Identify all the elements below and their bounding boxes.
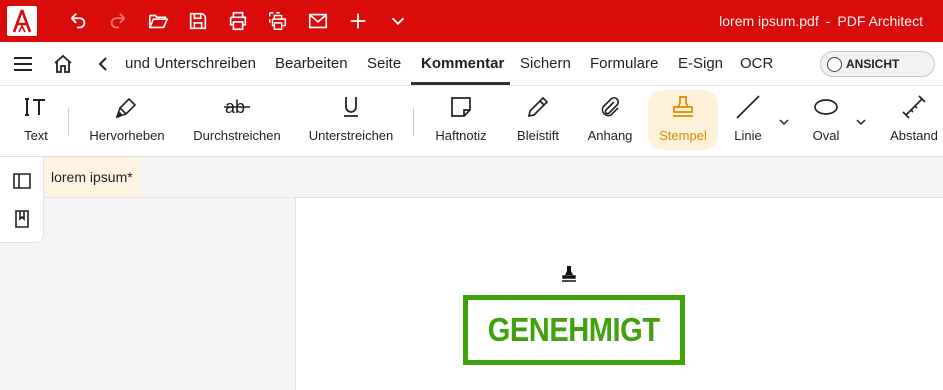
app-name: PDF Architect — [837, 13, 923, 29]
toggle-knob — [827, 56, 842, 72]
strikethrough-tool-label: Durchstreichen — [193, 128, 281, 143]
active-tab-indicator — [411, 82, 510, 85]
file-name: lorem ipsum.pdf — [719, 13, 819, 29]
undo-icon[interactable] — [66, 9, 90, 33]
oval-tool-button[interactable]: Oval — [806, 90, 846, 150]
app-logo-icon — [7, 6, 37, 36]
stamp-icon — [670, 90, 696, 124]
stamp-tool-button[interactable]: Stempel — [648, 90, 718, 150]
highlighter-icon — [115, 90, 139, 124]
unsaved-marker: * — [127, 169, 133, 185]
line-tool-button[interactable]: Linie — [727, 90, 769, 150]
ribbon-divider — [413, 108, 414, 136]
oval-dropdown-chevron-icon[interactable] — [855, 116, 867, 128]
line-tool-label: Linie — [734, 128, 762, 143]
stamp-tool-label: Stempel — [659, 128, 707, 143]
tab-sign[interactable]: und Unterschreiben — [125, 55, 256, 72]
text-tool-button[interactable]: Text — [14, 90, 58, 150]
highlight-tool-label: Hervorheben — [89, 128, 165, 143]
sidebar-toolstrip — [0, 157, 44, 243]
attachment-tool-label: Anhang — [587, 128, 633, 143]
title-bar: lorem ipsum.pdf - PDF Architect — [0, 0, 943, 42]
oval-tool-label: Oval — [812, 128, 840, 143]
sticky-note-tool-button[interactable]: Haftnotiz — [430, 90, 492, 150]
attachment-tool-button[interactable]: Anhang — [584, 90, 636, 150]
home-icon[interactable] — [52, 53, 74, 75]
tab-edit[interactable]: Bearbeiten — [275, 55, 348, 72]
document-tab-bar: lorem ipsum * — [0, 157, 943, 198]
strikethrough-icon: ab — [224, 90, 250, 124]
panel-toggle-icon[interactable] — [12, 171, 32, 191]
navigation-panel — [0, 198, 296, 390]
print-icon[interactable] — [226, 9, 250, 33]
underline-tool-label: Unterstreichen — [308, 128, 394, 143]
stamp-text: GENEHMIGT — [488, 311, 660, 348]
oval-icon — [813, 90, 839, 124]
pencil-icon — [526, 90, 550, 124]
sticky-note-tool-label: Haftnotiz — [435, 128, 487, 143]
line-icon — [735, 90, 761, 124]
chevron-left-icon[interactable] — [92, 53, 114, 75]
tab-page[interactable]: Seite — [367, 55, 401, 72]
hamburger-menu-icon[interactable] — [12, 53, 34, 75]
text-cursor-icon — [25, 90, 47, 124]
scan-icon[interactable] — [266, 9, 290, 33]
pencil-tool-label: Bleistift — [517, 128, 559, 143]
pencil-tool-button[interactable]: Bleistift — [510, 90, 566, 150]
tab-ocr[interactable]: OCR — [740, 55, 773, 72]
line-dropdown-chevron-icon[interactable] — [778, 116, 790, 128]
tab-forms[interactable]: Formulare — [590, 55, 658, 72]
underline-icon — [341, 90, 361, 124]
bookmark-icon[interactable] — [12, 209, 32, 229]
tab-secure[interactable]: Sichern — [520, 55, 571, 72]
distance-tool-button[interactable]: Abstand — [886, 90, 942, 150]
view-toggle[interactable]: ANSICHT — [820, 51, 935, 77]
underline-tool-button[interactable]: Unterstreichen — [304, 90, 398, 150]
chevron-down-icon[interactable] — [386, 9, 410, 33]
text-tool-label: Text — [24, 128, 48, 143]
tab-comment[interactable]: Kommentar — [421, 55, 504, 72]
title-separator: - — [825, 13, 831, 29]
new-plus-icon[interactable] — [346, 9, 370, 33]
document-tab[interactable]: lorem ipsum * — [44, 157, 140, 197]
mail-icon[interactable] — [306, 9, 330, 33]
paperclip-icon — [598, 90, 622, 124]
stamp-cursor-icon — [562, 266, 576, 282]
strikethrough-tool-button[interactable]: ab Durchstreichen — [188, 90, 286, 150]
tab-esign[interactable]: E-Sign — [678, 55, 723, 72]
comment-ribbon: Text Hervorheben ab Durchstreichen Unter… — [0, 86, 943, 157]
window-title: lorem ipsum.pdf - PDF Architect — [719, 13, 923, 29]
sticky-note-icon — [450, 90, 472, 124]
open-folder-icon[interactable] — [146, 9, 170, 33]
highlight-tool-button[interactable]: Hervorheben — [84, 90, 170, 150]
menu-bar: und Unterschreiben Bearbeiten Seite Komm… — [0, 42, 943, 86]
save-icon[interactable] — [186, 9, 210, 33]
ribbon-divider — [68, 108, 69, 136]
approved-stamp[interactable]: GENEHMIGT — [463, 295, 685, 365]
distance-tool-label: Abstand — [890, 128, 938, 143]
measure-icon — [901, 90, 927, 124]
document-tab-label: lorem ipsum — [51, 169, 128, 185]
view-toggle-label: ANSICHT — [846, 57, 900, 71]
redo-icon[interactable] — [106, 9, 130, 33]
